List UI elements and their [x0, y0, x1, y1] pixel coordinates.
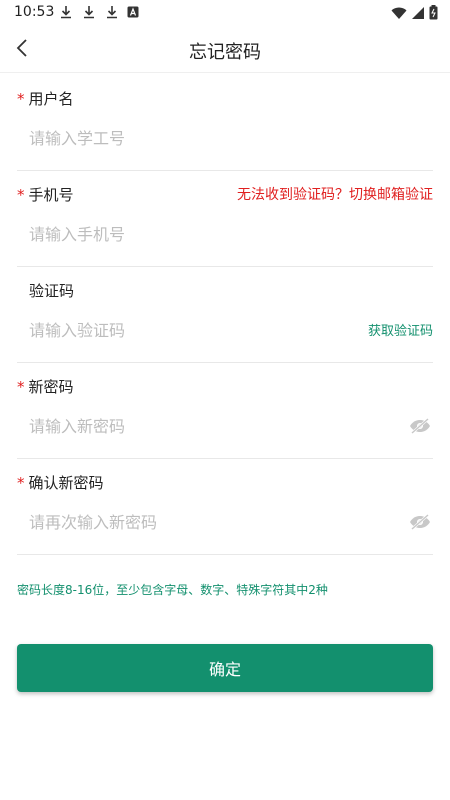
- new-password-label: * 新密码: [17, 378, 74, 396]
- required-mark: *: [17, 186, 25, 204]
- get-code-button[interactable]: 获取验证码: [368, 320, 433, 339]
- code-label: 验证码: [29, 282, 75, 300]
- wifi-icon: [391, 7, 407, 19]
- confirm-password-field: * 确认新密码: [17, 458, 433, 555]
- signal-icon: [412, 6, 424, 19]
- battery-icon: [429, 5, 438, 20]
- phone-input[interactable]: [29, 220, 369, 248]
- username-input[interactable]: [29, 124, 369, 152]
- download-icon: [84, 6, 94, 19]
- status-bar: 10:53: [0, 0, 450, 26]
- new-password-input[interactable]: [29, 412, 369, 440]
- confirm-password-label: * 确认新密码: [17, 474, 104, 492]
- confirm-password-input[interactable]: [29, 508, 369, 536]
- page-title: 忘记密码: [189, 42, 261, 63]
- download-icon: [107, 6, 117, 19]
- confirm-button[interactable]: 确定: [17, 644, 433, 692]
- required-mark: *: [17, 378, 25, 396]
- eye-off-icon[interactable]: [409, 514, 431, 530]
- new-password-field: * 新密码: [17, 362, 433, 459]
- username-label: * 用户名: [17, 90, 74, 108]
- a-notification-icon: [127, 6, 139, 18]
- phone-field: * 手机号 无法收到验证码？切换邮箱验证: [17, 170, 433, 267]
- password-rule-hint: 密码长度8-16位，至少包含字母、数字、特殊字符其中2种: [17, 583, 328, 597]
- nav-bar: 忘记密码: [0, 26, 450, 73]
- download-icon: [61, 6, 71, 19]
- switch-email-verification-link[interactable]: 无法收到验证码？切换邮箱验证: [237, 184, 433, 204]
- code-input[interactable]: [29, 316, 369, 344]
- phone-label: * 手机号: [17, 186, 74, 204]
- required-mark: *: [17, 474, 25, 492]
- required-mark: *: [17, 90, 25, 108]
- status-time: 10:53: [14, 4, 55, 20]
- code-field: 验证码 获取验证码: [17, 266, 433, 363]
- eye-off-icon[interactable]: [409, 418, 431, 434]
- username-field: * 用户名: [17, 74, 433, 171]
